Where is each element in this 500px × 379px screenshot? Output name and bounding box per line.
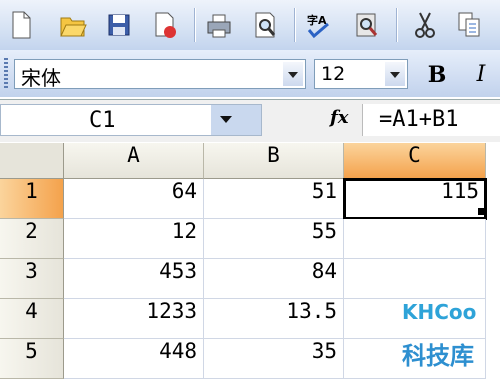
toolbar-separator <box>194 8 196 42</box>
name-box[interactable]: C1 <box>0 104 262 136</box>
font-name-value: 宋体 <box>21 66 61 90</box>
research-icon[interactable] <box>352 8 382 42</box>
fill-handle[interactable] <box>478 208 485 215</box>
standard-toolbar: 字A <box>0 0 500 50</box>
chevron-down-icon[interactable] <box>385 62 405 86</box>
bold-button[interactable]: B <box>422 60 452 90</box>
open-folder-icon[interactable] <box>58 8 88 42</box>
cell-a5[interactable]: 448 <box>64 339 204 379</box>
column-header-b[interactable]: B <box>204 143 344 179</box>
print-preview-icon[interactable] <box>250 8 280 42</box>
cell-b3[interactable]: 84 <box>204 259 344 299</box>
cell-b1[interactable]: 51 <box>204 179 344 219</box>
copy-icon[interactable] <box>454 8 484 42</box>
cell-a3[interactable]: 453 <box>64 259 204 299</box>
font-name-dropdown[interactable]: 宋体 <box>14 59 306 90</box>
watermark-logo: KHCoo <box>402 300 477 324</box>
save-icon[interactable] <box>104 8 134 42</box>
chevron-down-icon[interactable] <box>211 105 261 135</box>
svg-text:字A: 字A <box>307 13 327 27</box>
watermark: KHCoo 科技库 <box>398 300 494 372</box>
cell-a1[interactable]: 64 <box>64 179 204 219</box>
print-icon[interactable] <box>204 8 234 42</box>
cell-c3[interactable] <box>344 259 486 299</box>
font-size-value: 12 <box>321 63 346 85</box>
cell-a4[interactable]: 1233 <box>64 299 204 339</box>
new-file-icon[interactable] <box>6 8 36 42</box>
function-icon[interactable]: fx <box>330 107 348 128</box>
cell-c1[interactable]: 115 <box>343 178 487 220</box>
cut-icon[interactable] <box>410 8 440 42</box>
permission-icon[interactable] <box>150 8 180 42</box>
cell-b5[interactable]: 35 <box>204 339 344 379</box>
italic-button[interactable]: I <box>466 60 496 90</box>
chevron-down-icon[interactable] <box>283 62 303 86</box>
cell-b4[interactable]: 13.5 <box>204 299 344 339</box>
column-header-a[interactable]: A <box>64 143 204 179</box>
formula-text: =A1+B1 <box>379 107 459 132</box>
cell-a2[interactable]: 12 <box>64 219 204 259</box>
name-box-value: C1 <box>89 108 116 133</box>
row-header-2[interactable]: 2 <box>0 219 64 259</box>
select-all-corner[interactable] <box>0 143 64 179</box>
formula-input[interactable]: =A1+B1 <box>362 104 500 136</box>
toolbar-separator <box>396 8 398 42</box>
watermark-text: 科技库 <box>402 342 474 370</box>
cell-b2[interactable]: 55 <box>204 219 344 259</box>
row-header-3[interactable]: 3 <box>0 259 64 299</box>
cell-c2[interactable] <box>344 219 486 259</box>
row-header-4[interactable]: 4 <box>0 299 64 339</box>
row-header-5[interactable]: 5 <box>0 339 64 379</box>
spelling-icon[interactable]: 字A <box>304 8 334 42</box>
column-header-c[interactable]: C <box>344 143 486 179</box>
toolbar-separator <box>294 8 296 42</box>
row-header-1[interactable]: 1 <box>0 179 64 219</box>
font-size-dropdown[interactable]: 12 <box>314 59 408 89</box>
toolbar-grip[interactable] <box>4 58 8 88</box>
